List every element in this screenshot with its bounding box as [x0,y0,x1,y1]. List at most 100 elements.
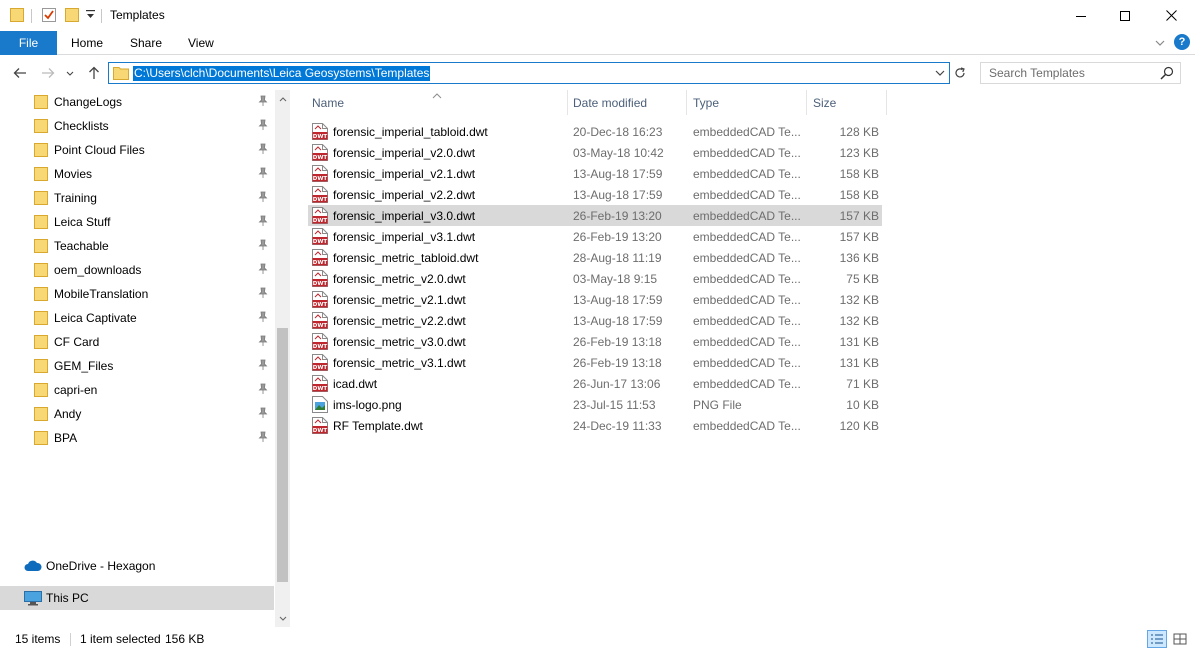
pin-icon[interactable] [258,95,268,110]
table-row[interactable]: DWT forensic_imperial_tabloid.dwt 20-Dec-1… [308,121,882,142]
table-row[interactable]: DWT forensic_imperial_v3.0.dwt 26-Feb-19 1… [308,205,882,226]
sidebar-item-this-pc[interactable]: This PC [0,586,274,610]
table-row[interactable]: DWT forensic_imperial_v2.1.dwt 13-Aug-18 1… [308,163,882,184]
scroll-down-button[interactable] [275,611,290,625]
sidebar-item-leica-stuff[interactable]: Leica Stuff [0,210,274,234]
pin-icon[interactable] [258,383,268,398]
properties-icon[interactable] [42,7,56,26]
back-button[interactable] [10,63,30,83]
column-header-name[interactable]: Name [312,90,344,115]
address-dropdown-button[interactable] [933,66,947,80]
tab-file[interactable]: File [0,31,57,55]
pin-icon[interactable] [258,287,268,302]
sidebar-item-andy[interactable]: Andy [0,402,274,426]
column-header-size[interactable]: Size [813,90,836,115]
sidebar-item-leica-captivate[interactable]: Leica Captivate [0,306,274,330]
sidebar-item-oem-downloads[interactable]: oem_downloads [0,258,274,282]
dwt-file-icon: DWT [312,375,328,395]
minimize-button[interactable] [1058,0,1104,31]
column-header-date-modified[interactable]: Date modified [573,90,647,115]
pin-icon[interactable] [258,167,268,182]
table-row[interactable]: DWT forensic_metric_v2.2.dwt 13-Aug-18 17:… [308,310,882,331]
pin-icon[interactable] [258,191,268,206]
search-icon[interactable] [1160,66,1174,83]
table-row[interactable]: DWT forensic_metric_v2.0.dwt 03-May-18 9:1… [308,268,882,289]
dwt-file-icon: DWT [312,354,328,374]
details-view-button[interactable] [1147,630,1167,648]
file-type: embeddedCAD Te... [693,188,801,202]
address-path[interactable]: C:\Users\clch\Documents\Leica Geosystems… [133,66,431,81]
column-divider[interactable] [886,90,887,115]
column-header-type[interactable]: Type [693,90,719,115]
tab-view[interactable]: View [188,31,214,55]
up-button[interactable] [84,63,104,83]
pin-icon[interactable] [258,431,268,446]
large-icons-view-button[interactable] [1170,630,1190,648]
file-name: forensic_imperial_v2.1.dwt [333,167,476,181]
scroll-up-button[interactable] [275,92,290,106]
sidebar-scroll-thumb[interactable] [277,328,288,582]
file-name: forensic_metric_v2.2.dwt [333,314,466,328]
pin-icon[interactable] [258,359,268,374]
sidebar-item-checklists[interactable]: Checklists [0,114,274,138]
table-row[interactable]: DWT forensic_imperial_v2.0.dwt 03-May-18 1… [308,142,882,163]
column-divider[interactable] [806,90,807,115]
forward-arrow-icon [42,68,55,78]
forward-button[interactable] [38,63,58,83]
pin-icon[interactable] [258,407,268,422]
file-type: embeddedCAD Te... [693,230,801,244]
svg-text:DWT: DWT [313,302,328,308]
sidebar-item-gem-files[interactable]: GEM_Files [0,354,274,378]
column-divider[interactable] [686,90,687,115]
customize-quick-access-icon[interactable] [86,9,95,24]
table-row[interactable]: DWT forensic_metric_tabloid.dwt 28-Aug-18 … [308,247,882,268]
svg-text:DWT: DWT [313,344,328,350]
search-input[interactable]: Search Templates [989,66,1085,80]
table-row[interactable]: DWT forensic_imperial_v3.1.dwt 26-Feb-19 1… [308,226,882,247]
table-row[interactable]: DWT forensic_imperial_v2.2.dwt 13-Aug-18 1… [308,184,882,205]
tab-share[interactable]: Share [130,31,162,55]
pin-icon[interactable] [258,263,268,278]
pin-icon[interactable] [258,311,268,326]
sidebar-item-bpa[interactable]: BPA [0,426,274,450]
close-button[interactable] [1148,0,1194,31]
address-bar[interactable]: C:\Users\clch\Documents\Leica Geosystems… [108,62,950,84]
file-type: embeddedCAD Te... [693,314,801,328]
sidebar-item-capri-en[interactable]: capri-en [0,378,274,402]
column-divider[interactable] [567,90,568,115]
sidebar-item-changelogs[interactable]: ChangeLogs [0,90,274,114]
maximize-button[interactable] [1102,0,1148,31]
sidebar-item-movies[interactable]: Movies [0,162,274,186]
pin-icon[interactable] [258,239,268,254]
table-row[interactable]: DWT icad.dwt 26-Jun-17 13:06 embeddedCAD Te… [308,373,882,394]
pin-icon[interactable] [258,335,268,350]
sidebar-item-point-cloud-files[interactable]: Point Cloud Files [0,138,274,162]
pin-icon[interactable] [258,143,268,158]
table-row[interactable]: DWT RF Template.dwt 24-Dec-19 11:33 embedde… [308,415,882,436]
dwt-file-icon: DWT [312,186,328,206]
refresh-button[interactable] [951,62,969,84]
table-row[interactable]: ims-logo.png 23-Jul-15 11:53 PNG File 10 KB [308,394,882,415]
sidebar-item-cf-card[interactable]: CF Card [0,330,274,354]
file-date-modified: 26-Feb-19 13:20 [573,230,662,244]
sidebar-item-teachable[interactable]: Teachable [0,234,274,258]
tab-home[interactable]: Home [71,31,103,55]
file-size: 158 KB [839,188,879,202]
help-button[interactable]: ? [1174,34,1190,50]
expand-ribbon-button[interactable] [1152,35,1168,51]
file-type: embeddedCAD Te... [693,167,801,181]
sidebar-item-onedrive[interactable]: OneDrive - Hexagon [0,554,274,578]
search-box[interactable]: Search Templates [980,62,1181,84]
sidebar-item-mobiletranslation[interactable]: MobileTranslation [0,282,274,306]
pin-icon[interactable] [258,215,268,230]
file-name: RF Template.dwt [333,419,423,433]
pin-icon[interactable] [258,119,268,134]
table-row[interactable]: DWT forensic_metric_v2.1.dwt 13-Aug-18 17:… [308,289,882,310]
new-folder-icon[interactable] [65,7,79,26]
table-row[interactable]: DWT forensic_metric_v3.0.dwt 26-Feb-19 13:… [308,331,882,352]
recent-locations-button[interactable] [63,63,77,83]
table-row[interactable]: DWT forensic_metric_v3.1.dwt 26-Feb-19 13:… [308,352,882,373]
selection-count: 1 item selected [80,632,161,646]
chevron-down-icon [1155,40,1165,46]
sidebar-item-training[interactable]: Training [0,186,274,210]
